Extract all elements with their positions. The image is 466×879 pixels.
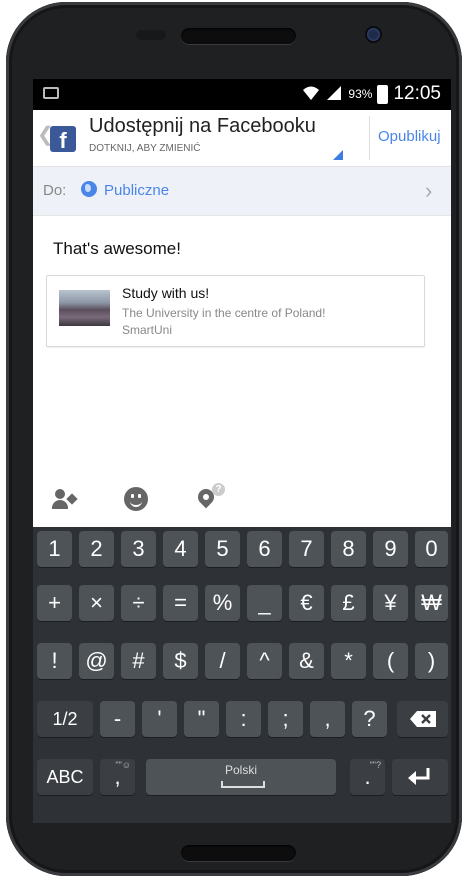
key[interactable]: ;: [268, 701, 303, 737]
page-title[interactable]: Udostępnij na Facebooku: [89, 115, 316, 138]
keyboard-row-symbols: ! @ # $ / ^ & * ( ): [33, 643, 451, 686]
key[interactable]: 6: [247, 531, 282, 567]
key[interactable]: _: [247, 585, 282, 621]
key[interactable]: €: [289, 585, 324, 621]
key[interactable]: &: [289, 643, 324, 679]
status-bar: 93% 12:05: [33, 79, 451, 110]
enter-icon: [408, 768, 430, 785]
publish-button[interactable]: Opublikuj: [378, 128, 441, 145]
key[interactable]: ': [142, 701, 177, 737]
key[interactable]: ?: [352, 701, 387, 737]
key[interactable]: $: [163, 643, 198, 679]
key[interactable]: 0: [415, 531, 448, 567]
globe-icon: [81, 181, 97, 197]
key[interactable]: /: [205, 643, 240, 679]
key[interactable]: 8: [331, 531, 366, 567]
link-preview-card[interactable]: Study with us! The University in the cen…: [46, 275, 425, 347]
battery-icon: [377, 84, 389, 104]
screen: 93% 12:05 ❮ f Udostępnij na Facebooku DO…: [33, 79, 451, 823]
key[interactable]: 4: [163, 531, 198, 567]
composer-actions: ?: [33, 475, 451, 527]
sensor: [136, 30, 166, 40]
key[interactable]: 5: [205, 531, 240, 567]
key[interactable]: ): [415, 643, 448, 679]
key[interactable]: +: [37, 585, 72, 621]
key[interactable]: (: [373, 643, 408, 679]
message-text[interactable]: That's awesome!: [53, 239, 181, 259]
key[interactable]: *: [331, 643, 366, 679]
link-thumbnail: [59, 290, 110, 326]
key[interactable]: £: [331, 585, 366, 621]
period-key[interactable]: . ""?: [350, 759, 385, 795]
space-key[interactable]: Polski: [146, 759, 336, 795]
backspace-icon: [409, 711, 436, 727]
key[interactable]: ": [184, 701, 219, 737]
space-key-label: Polski: [224, 763, 257, 777]
key[interactable]: :: [226, 701, 261, 737]
earpiece-speaker: [181, 28, 296, 44]
emoji-icon[interactable]: [124, 487, 150, 513]
divider: [369, 116, 370, 160]
bottom-speaker: [181, 845, 296, 861]
keyboard-row-digits: 1 2 3 4 5 6 7 8 9 0: [33, 531, 451, 574]
key[interactable]: ¥: [373, 585, 408, 621]
keyboard-row-math: + × ÷ = % _ € £ ¥ ₩: [33, 585, 451, 628]
clock: 12:05: [393, 83, 441, 104]
key[interactable]: ÷: [121, 585, 156, 621]
photo-icon: [43, 87, 59, 99]
audience-selector[interactable]: Do: Publiczne ›: [33, 167, 451, 216]
key[interactable]: @: [79, 643, 114, 679]
key[interactable]: ₩: [415, 585, 448, 621]
link-description: The University in the centre of Poland!: [122, 306, 326, 320]
key[interactable]: #: [121, 643, 156, 679]
enter-key[interactable]: [392, 759, 448, 795]
space-bar-icon: [221, 781, 265, 788]
key[interactable]: 2: [79, 531, 114, 567]
abc-key[interactable]: ABC: [37, 759, 93, 795]
app-bar: ❮ f Udostępnij na Facebooku DOTKNIJ, ABY…: [33, 110, 451, 167]
key[interactable]: 1: [37, 531, 72, 567]
comma-key[interactable]: , ""☺: [100, 759, 135, 795]
location-icon[interactable]: ?: [194, 483, 225, 513]
key[interactable]: ,: [310, 701, 345, 737]
key[interactable]: !: [37, 643, 72, 679]
key[interactable]: 9: [373, 531, 408, 567]
key[interactable]: ×: [79, 585, 114, 621]
battery-percent: 93%: [348, 87, 373, 101]
comma-key-hint: ""☺: [115, 760, 131, 770]
key[interactable]: 7: [289, 531, 324, 567]
link-source: SmartUni: [122, 323, 173, 337]
page-subtitle: DOTKNIJ, ABY ZMIENIĆ: [89, 143, 201, 154]
key[interactable]: %: [205, 585, 240, 621]
keyboard-row-bottom: ABC , ""☺ Polski . ""?: [33, 759, 451, 802]
link-title: Study with us!: [122, 285, 210, 301]
dropdown-indicator-icon[interactable]: [333, 150, 343, 160]
keyboard-row-punctuation: 1/2 - ' " : ; , ?: [33, 701, 451, 744]
key[interactable]: 3: [121, 531, 156, 567]
audience-value[interactable]: Publiczne: [104, 182, 169, 199]
chevron-right-icon[interactable]: ›: [425, 178, 432, 204]
key[interactable]: -: [100, 701, 135, 737]
backspace-key[interactable]: [397, 701, 448, 737]
audience-label: Do:: [43, 182, 67, 199]
key[interactable]: ^: [247, 643, 282, 679]
keyboard: 1 2 3 4 5 6 7 8 9 0 + × ÷ = % _ € £ ¥ ₩ …: [33, 527, 451, 823]
tag-people-icon[interactable]: [52, 487, 78, 513]
period-key-hint: ""?: [369, 760, 381, 770]
page-toggle-key[interactable]: 1/2: [37, 701, 93, 737]
wifi-icon: [302, 85, 320, 104]
front-camera: [367, 28, 380, 41]
status-right: 93% 12:05: [302, 83, 441, 105]
key[interactable]: =: [163, 585, 198, 621]
facebook-logo-icon: f: [50, 126, 76, 153]
signal-icon: [325, 85, 343, 104]
